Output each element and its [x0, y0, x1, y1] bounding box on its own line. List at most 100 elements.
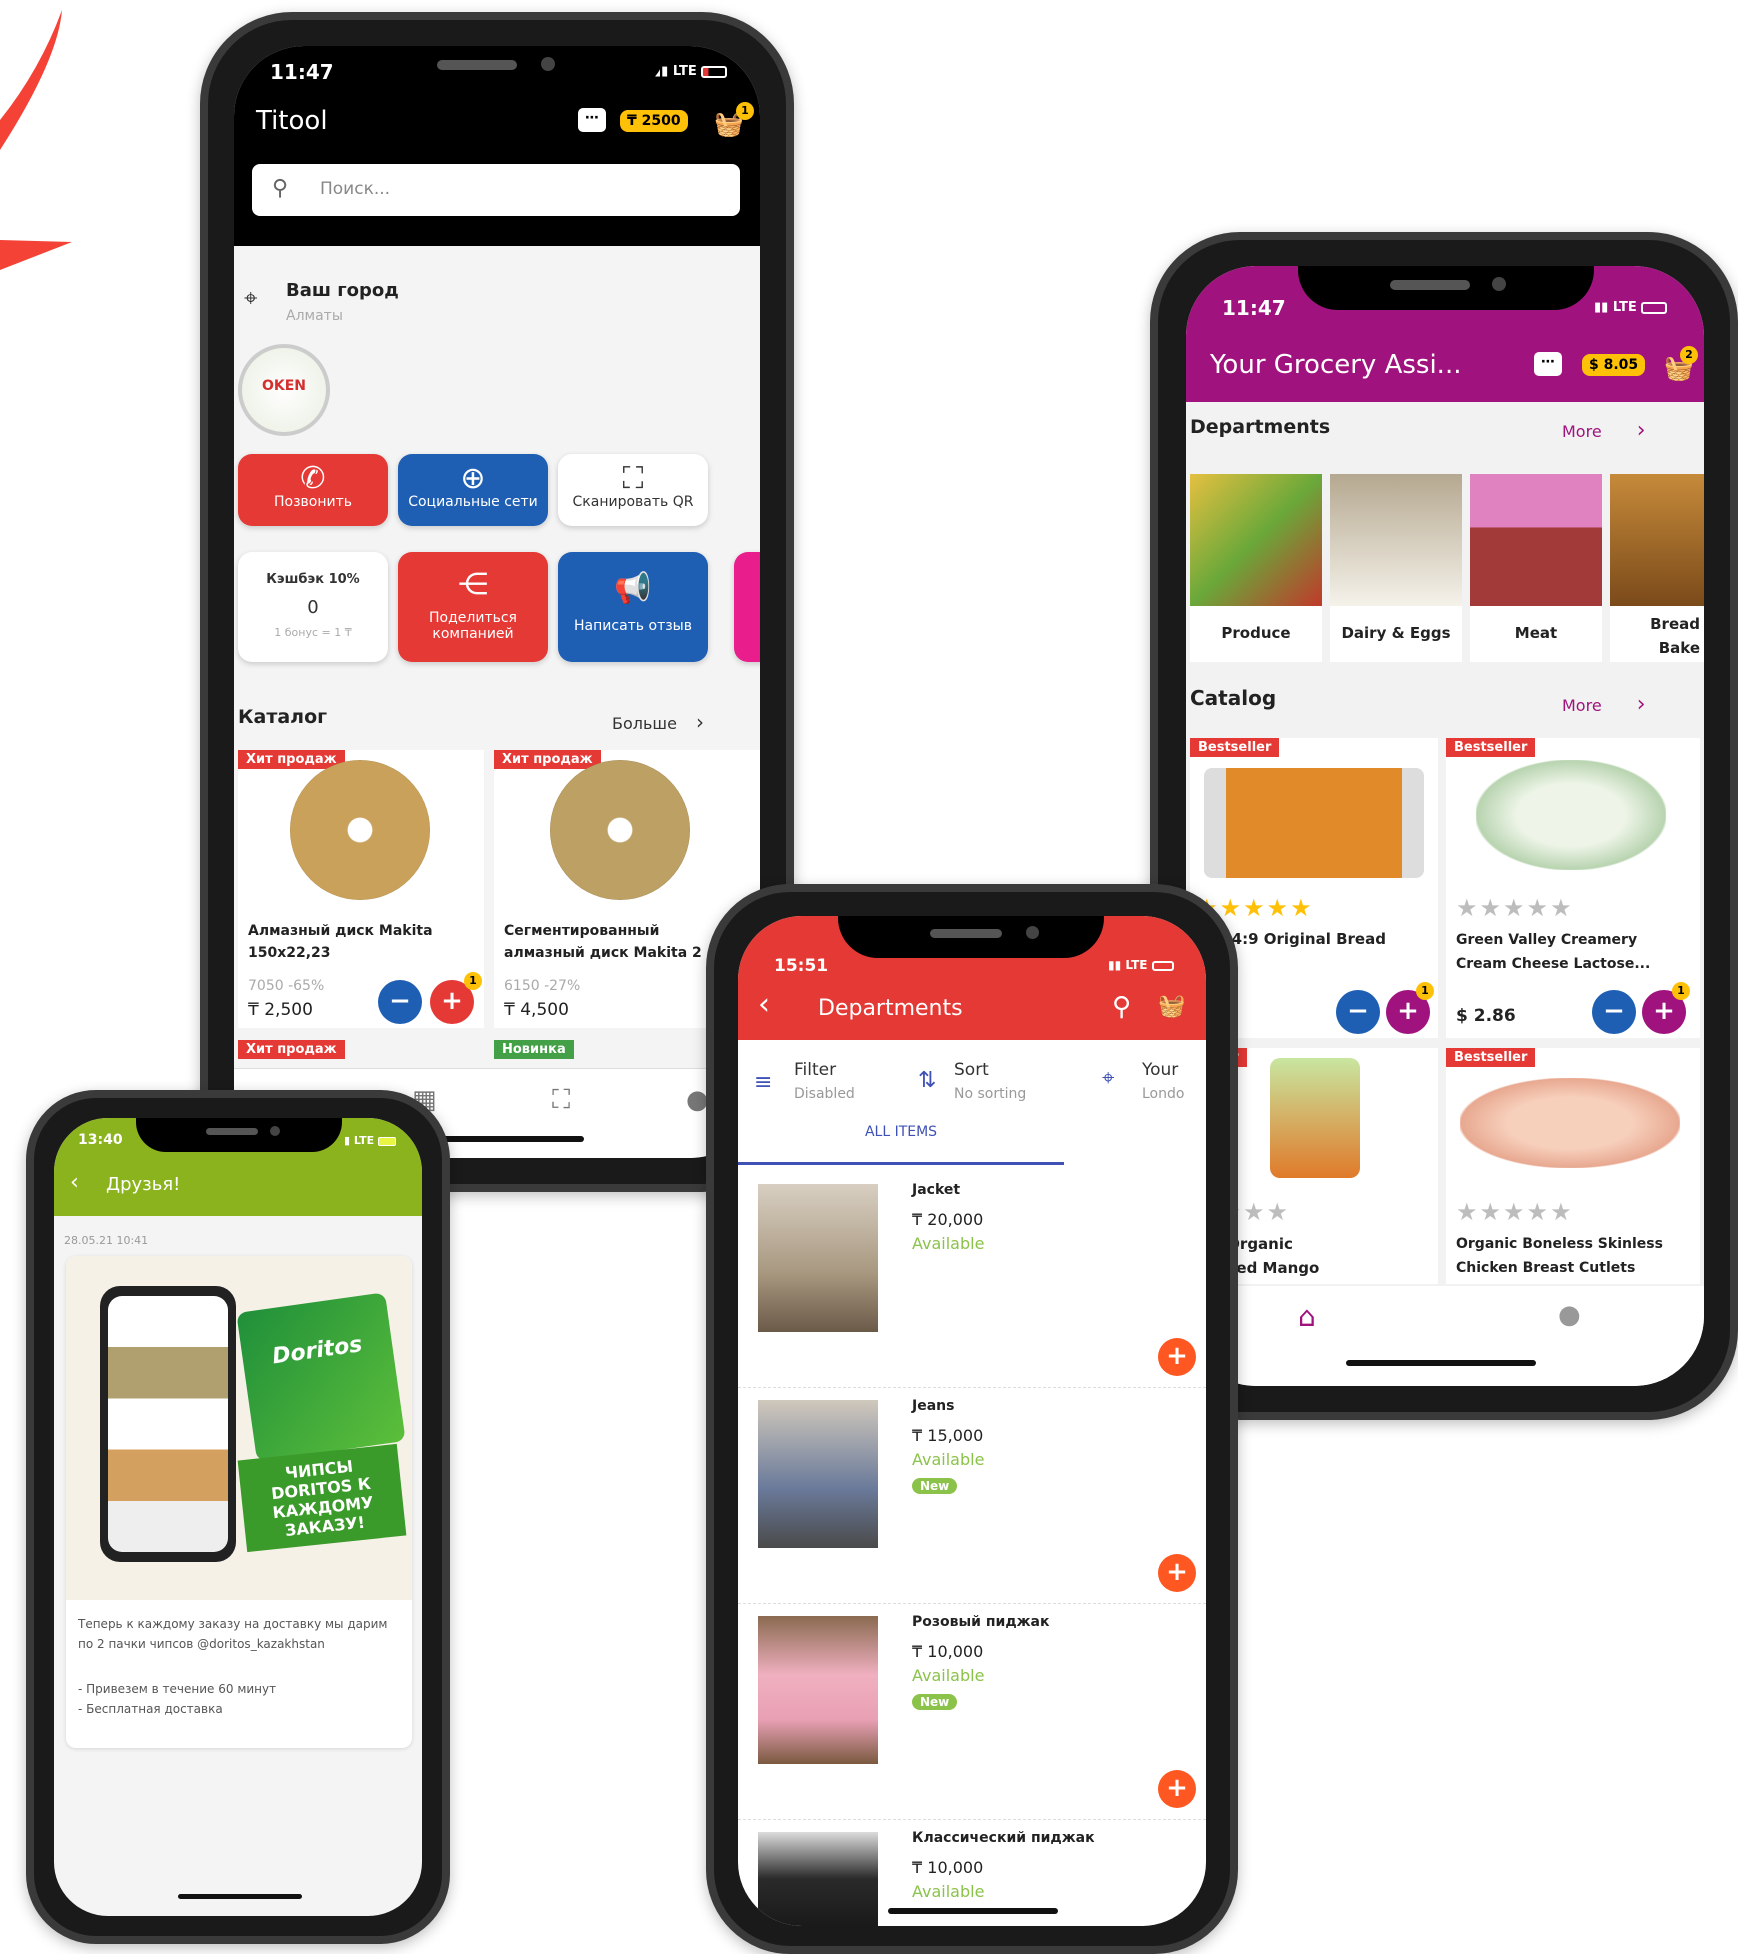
network-label: LTE — [353, 1134, 375, 1147]
add-to-cart-button[interactable]: + — [1158, 1554, 1196, 1592]
bestseller-badge: Bestseller — [1446, 1048, 1536, 1067]
rating-stars: ★★★★★ — [1456, 1198, 1574, 1226]
search-icon[interactable]: ⚲ — [1112, 992, 1131, 1022]
back-arrow-icon[interactable]: ‹ — [758, 990, 770, 1020]
balance-badge[interactable]: ₸ 2500 — [620, 110, 688, 132]
departments-more-link[interactable]: More › — [1562, 418, 1646, 443]
social-button[interactable]: ⊕ Социальные сети — [398, 454, 548, 526]
product-image — [1270, 1058, 1360, 1178]
department-card[interactable]: Produce — [1190, 474, 1322, 662]
list-item[interactable]: Jacket ₸ 20,000 Available + — [738, 1172, 1206, 1388]
catalog-more-link[interactable]: Больше › — [612, 710, 704, 734]
department-label: Produce — [1221, 624, 1291, 642]
sort-icon: ⇅ — [918, 1068, 937, 1093]
extra-tile[interactable] — [734, 552, 760, 662]
department-card[interactable]: Meat — [1470, 474, 1602, 662]
add-to-cart-button[interactable]: + — [1158, 1338, 1196, 1376]
item-status: Available — [912, 1882, 985, 1901]
call-button[interactable]: ✆ Позвонить — [238, 454, 388, 526]
signal-icon: ▮ — [344, 1134, 351, 1147]
tab-all-items[interactable]: ALL ITEMS — [738, 1124, 1064, 1140]
call-label: Позвонить — [273, 494, 352, 510]
status-network: ▮▮ LTE — [1594, 300, 1668, 315]
phone-friends: 13:40 ▮ LTE ‹ Друзья! 28.05.21 10:41 Dor… — [26, 1090, 450, 1944]
catalog-more-label: Больше — [612, 714, 677, 733]
item-image — [758, 1832, 878, 1926]
catalog-title: Каталог — [238, 706, 328, 728]
product-card[interactable]: Bestseller ★★★★★ Organic Boneless Skinle… — [1446, 1048, 1700, 1284]
phone-icon: ✆ — [300, 461, 326, 496]
basket-icon[interactable]: 🧺 — [1158, 994, 1185, 1019]
city-value[interactable]: Алматы — [286, 308, 343, 324]
decrease-button[interactable]: − — [1592, 990, 1636, 1034]
share-label: Поделиться компанией — [429, 610, 517, 642]
status-network: ▮▮ LTE — [1108, 958, 1174, 972]
department-image — [1610, 474, 1704, 606]
new-badge: Новинка — [494, 1040, 574, 1059]
decrease-button[interactable]: − — [1336, 990, 1380, 1034]
chat-icon[interactable]: ⋯ — [578, 108, 606, 132]
catalog-more-link[interactable]: More › — [1562, 692, 1646, 717]
post-text: Теперь к каждому заказу на доставку мы д… — [78, 1617, 388, 1651]
post-date: 28.05.21 10:41 — [64, 1234, 149, 1247]
departments-more-label: More — [1562, 422, 1602, 441]
app-title: Titool — [256, 106, 328, 136]
add-to-cart-button[interactable]: + — [1158, 1770, 1196, 1808]
location-button[interactable]: ⌖ Your Londo — [1102, 1060, 1206, 1110]
balance-badge[interactable]: $ 8.05 — [1582, 354, 1646, 376]
item-status: Available — [912, 1666, 985, 1685]
product-card[interactable]: Bestseller ★★★★★ Green Valley Creamery C… — [1446, 738, 1700, 1038]
phone-shop: 15:51 ▮▮ LTE ‹ Departments ⚲ 🧺 ≡ Filter … — [706, 884, 1238, 1954]
home-nav-icon[interactable]: ⌂ — [1298, 1300, 1316, 1333]
review-button[interactable]: 📢 Написать отзыв — [558, 552, 708, 662]
item-name: Jacket — [912, 1182, 961, 1198]
globe-icon: ⊕ — [460, 461, 486, 496]
post-card[interactable]: Doritos ЧИПСЫ DORITOS К КАЖДОМУ ЗАКАЗУ! … — [66, 1256, 412, 1748]
status-time: 13:40 — [78, 1132, 123, 1148]
product-image — [290, 760, 430, 900]
decrease-button[interactable]: − — [378, 980, 422, 1024]
profile-nav-icon[interactable]: ● — [1558, 1300, 1581, 1330]
chevron-right-icon: › — [1636, 692, 1646, 717]
product-card[interactable]: Хит продаж Алмазный диск Makita 150x22,2… — [238, 750, 484, 1028]
item-name: Jeans — [912, 1398, 955, 1414]
location-icon: ⌖ — [1102, 1066, 1115, 1091]
cashback-note: 1 бонус = 1 ₸ — [274, 626, 352, 639]
scan-qr-button[interactable]: ⛶ Сканировать QR — [558, 454, 708, 526]
list-item[interactable]: Розовый пиджак ₸ 10,000 Available New + — [738, 1604, 1206, 1820]
catalog-more-label: More — [1562, 696, 1602, 715]
cashback-card: Кэшбэк 10% 0 1 бонус = 1 ₸ — [238, 552, 388, 662]
search-input[interactable]: ⚲ Поиск... — [252, 164, 740, 216]
page-title: Друзья! — [106, 1174, 181, 1195]
filter-button[interactable]: ≡ Filter Disabled — [754, 1060, 874, 1110]
department-card[interactable]: Dairy & Eggs — [1330, 474, 1462, 662]
shop-screen: 15:51 ▮▮ LTE ‹ Departments ⚲ 🧺 ≡ Filter … — [738, 916, 1206, 1926]
scan-nav-icon[interactable]: ⛶ — [552, 1085, 570, 1116]
back-arrow-icon[interactable]: ‹ — [70, 1170, 79, 1195]
signal-icon: ▮▮ — [1594, 300, 1609, 315]
product-image — [1460, 1078, 1680, 1168]
list-item[interactable]: Jeans ₸ 15,000 Available New + — [738, 1388, 1206, 1604]
tab-indicator — [738, 1162, 1064, 1165]
product-count: 1 — [464, 972, 482, 990]
product-price: ₸ 4,500 — [504, 1000, 569, 1020]
bestseller-badge: Хит продаж — [238, 1040, 345, 1059]
department-image — [1190, 474, 1322, 606]
share-button[interactable]: ⋲ Поделиться компанией — [398, 552, 548, 662]
friends-screen: 13:40 ▮ LTE ‹ Друзья! 28.05.21 10:41 Dor… — [54, 1118, 422, 1916]
item-image — [758, 1400, 878, 1548]
search-placeholder: Поиск... — [320, 179, 391, 199]
product-count: 1 — [1672, 982, 1690, 1000]
network-label: LTE — [1612, 300, 1637, 315]
sort-value: No sorting — [954, 1086, 1027, 1102]
item-price: ₸ 15,000 — [912, 1426, 984, 1445]
department-card[interactable]: Bread Bake — [1610, 474, 1704, 662]
product-old-price: 6150 -27% — [504, 978, 581, 994]
location-label: Your — [1142, 1060, 1179, 1080]
titool-screen: 11:47 ▮▮ LTE Titool ⋯ ₸ 2500 🧺 1 ⚲ Поиск… — [234, 46, 760, 1158]
home-indicator — [1346, 1360, 1536, 1366]
chat-icon[interactable]: ⋯ — [1534, 352, 1562, 376]
network-label: LTE — [1125, 958, 1148, 972]
cashback-value: 0 — [307, 597, 319, 618]
sort-button[interactable]: ⇅ Sort No sorting — [918, 1060, 1058, 1110]
